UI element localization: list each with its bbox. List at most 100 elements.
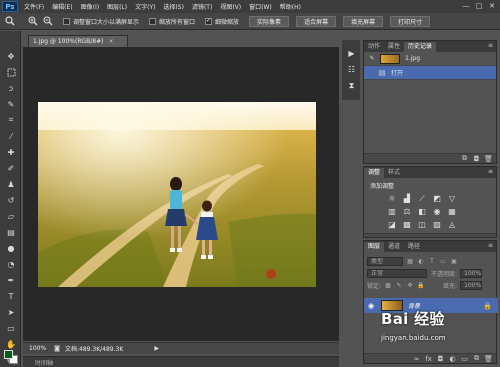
threshold-icon[interactable]: ◬ xyxy=(446,219,458,230)
timeline-bar[interactable]: 时间轴 xyxy=(23,356,339,367)
menu-help[interactable]: 帮助(H) xyxy=(280,2,301,11)
blend-mode-select[interactable]: 正常 xyxy=(367,268,427,278)
new-document-from-state-icon[interactable]: ⧉ xyxy=(460,154,469,163)
scrubby-zoom-option[interactable]: ✓ 细微缩放 xyxy=(205,17,239,26)
snapshot-camera-icon[interactable]: ◘ xyxy=(472,155,481,163)
levels-icon[interactable]: ▟ xyxy=(401,193,413,204)
black-white-icon[interactable]: ◉ xyxy=(431,206,443,217)
opacity-input[interactable]: 100% xyxy=(460,268,483,278)
path-selection-tool-icon[interactable]: ➤ xyxy=(5,307,17,317)
tab-history[interactable]: 历史记录 xyxy=(404,42,437,52)
blur-tool-icon[interactable]: ● xyxy=(5,243,17,253)
document-tab[interactable]: 1.jpg @ 100%(RGB/8#) × xyxy=(28,35,128,47)
gradient-triangle-icon[interactable]: ▽ xyxy=(446,193,458,204)
menu-file[interactable]: 文件(F) xyxy=(24,2,44,11)
scrubby-zoom-checkbox[interactable]: ✓ xyxy=(205,17,213,25)
invert-icon[interactable]: ◫ xyxy=(416,219,428,230)
channel-mixer-icon[interactable]: ◪ xyxy=(386,219,398,230)
menu-edit[interactable]: 编辑(E) xyxy=(52,2,72,11)
gradient-tool-icon[interactable]: ▤ xyxy=(5,227,17,237)
brightness-contrast-icon[interactable]: ☼ xyxy=(386,193,398,204)
color-lookup-icon[interactable]: ▩ xyxy=(401,219,413,230)
zoom-level[interactable]: 100% xyxy=(29,345,53,352)
crop-tool-icon[interactable]: ⌗ xyxy=(5,115,17,125)
menu-layer[interactable]: 图层(L) xyxy=(107,2,127,11)
vibrance-icon[interactable]: ▥ xyxy=(386,206,398,217)
history-snapshot[interactable]: ✎ 1.jpg xyxy=(364,52,496,66)
tab-layers[interactable]: 图层 xyxy=(364,242,385,252)
panel-menu-icon[interactable]: ≡ xyxy=(488,242,493,249)
move-tool-icon[interactable]: ✥ xyxy=(5,51,17,61)
brush-tool-icon[interactable]: ✐ xyxy=(5,163,17,173)
visibility-eye-icon[interactable]: ◉ xyxy=(368,302,376,310)
menu-image[interactable]: 图像(I) xyxy=(81,2,99,11)
filter-adjustment-icon[interactable]: ◐ xyxy=(417,257,425,265)
actions-panel-icon[interactable]: ▶ xyxy=(346,48,357,59)
history-brush-tool-icon[interactable]: ↺ xyxy=(5,195,17,205)
history-panel-icon[interactable]: ⧗ xyxy=(346,80,357,91)
tab-paths[interactable]: 路径 xyxy=(404,242,424,252)
maximize-icon[interactable]: □ xyxy=(474,1,484,11)
tab-actions[interactable]: 动作 xyxy=(364,42,384,52)
layer-name[interactable]: 背景 xyxy=(408,301,420,310)
filter-shape-icon[interactable]: ▭ xyxy=(439,257,447,265)
lock-position-icon[interactable]: ✥ xyxy=(406,281,414,289)
marquee-tool-icon[interactable] xyxy=(5,67,17,77)
zoom-out-icon[interactable] xyxy=(42,16,53,27)
photo-filter-icon[interactable]: ▦ xyxy=(446,206,458,217)
lasso-tool-icon[interactable]: ↄ xyxy=(5,83,17,93)
fill-input[interactable]: 100% xyxy=(460,280,483,290)
properties-panel-icon[interactable]: ☷ xyxy=(346,64,357,75)
type-tool-icon[interactable]: T xyxy=(5,291,17,301)
filter-pixel-icon[interactable]: ▦ xyxy=(406,257,414,265)
color-balance-icon[interactable]: ◧ xyxy=(416,206,428,217)
fill-screen-button[interactable]: 填充屏幕 xyxy=(343,15,384,27)
posterize-icon[interactable]: ▨ xyxy=(431,219,443,230)
status-menu-arrow-icon[interactable]: ▶ xyxy=(154,345,159,352)
status-info-icon[interactable]: ◙ xyxy=(53,345,61,353)
hue-saturation-icon[interactable]: ⚖ xyxy=(401,206,413,217)
history-source-brush-icon[interactable]: ✎ xyxy=(368,55,376,63)
resize-windows-checkbox[interactable] xyxy=(63,17,70,25)
tab-properties[interactable]: 属性 xyxy=(384,42,404,52)
pen-tool-icon[interactable]: ✒ xyxy=(5,275,17,285)
dodge-tool-icon[interactable]: ◔ xyxy=(5,259,17,269)
eraser-tool-icon[interactable]: ▱ xyxy=(5,211,17,221)
exposure-icon[interactable]: ◩ xyxy=(431,193,443,204)
menu-view[interactable]: 视图(V) xyxy=(220,2,241,11)
zoom-in-icon[interactable] xyxy=(27,16,38,27)
print-size-button[interactable]: 打印尺寸 xyxy=(390,15,431,27)
panel-menu-icon[interactable]: ≡ xyxy=(488,168,493,175)
resize-windows-option[interactable]: 调整窗口大小以满屏显示 xyxy=(63,17,139,26)
fit-screen-button[interactable]: 适合屏幕 xyxy=(296,15,337,27)
filter-type-icon[interactable]: T xyxy=(428,257,436,265)
filter-smart-object-icon[interactable]: ▣ xyxy=(450,257,458,265)
menu-window[interactable]: 窗口(W) xyxy=(249,2,272,11)
layer-kind-select[interactable]: 类型 xyxy=(367,256,403,266)
curves-icon[interactable]: ⟋ xyxy=(416,193,428,204)
hand-tool-icon[interactable]: ✋ xyxy=(5,339,17,349)
tab-channels[interactable]: 通道 xyxy=(384,242,404,252)
lock-pixels-icon[interactable]: ✎ xyxy=(395,281,403,289)
close-icon[interactable]: ✕ xyxy=(487,1,497,11)
document-image[interactable] xyxy=(38,102,316,287)
minimize-icon[interactable]: — xyxy=(461,1,471,11)
close-document-icon[interactable]: × xyxy=(108,38,113,45)
quick-selection-tool-icon[interactable]: ✎ xyxy=(5,99,17,109)
healing-brush-tool-icon[interactable]: ✚ xyxy=(5,147,17,157)
tab-styles[interactable]: 样式 xyxy=(384,168,404,178)
lock-transparent-icon[interactable]: ▩ xyxy=(384,281,392,289)
actual-pixels-button[interactable]: 实际像素 xyxy=(249,15,290,27)
menu-type[interactable]: 文字(Y) xyxy=(135,2,155,11)
trash-icon[interactable]: 🗑 xyxy=(484,155,493,163)
history-step[interactable]: ▤ 打开 xyxy=(364,66,496,80)
foreground-color-swatch[interactable] xyxy=(4,350,13,359)
lock-all-icon[interactable]: 🔒 xyxy=(417,281,425,289)
zoom-icon[interactable] xyxy=(4,16,15,27)
shape-tool-icon[interactable]: ▭ xyxy=(5,323,17,333)
zoom-all-option[interactable]: 缩放所有窗口 xyxy=(149,17,195,26)
zoom-all-checkbox[interactable] xyxy=(149,17,157,25)
clone-stamp-tool-icon[interactable]: ♟ xyxy=(5,179,17,189)
panel-menu-icon[interactable]: ≡ xyxy=(488,42,493,49)
tab-adjustments[interactable]: 调整 xyxy=(364,168,385,178)
